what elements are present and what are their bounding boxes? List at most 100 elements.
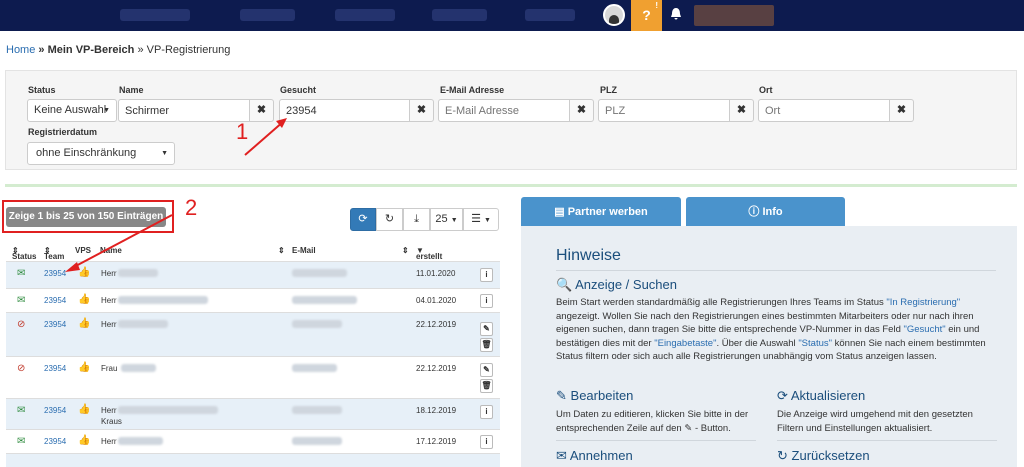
columns-dropdown[interactable]: ☰ ▼	[463, 208, 499, 231]
help-badge: !	[655, 1, 658, 10]
name-redacted	[118, 406, 218, 414]
plz-clear-button[interactable]: ✖	[730, 99, 754, 122]
ban-icon: ⊘	[17, 363, 26, 374]
table-row[interactable]: ⊘ 23954 👍 Herr 22.12.2019 ✎ 🗑	[6, 312, 500, 356]
info-button[interactable]: i	[480, 294, 493, 308]
ort-clear-button[interactable]: ✖	[890, 99, 914, 122]
delete-button[interactable]: 🗑	[480, 338, 493, 352]
avatar[interactable]	[603, 4, 625, 26]
name-label: Name	[119, 85, 144, 95]
email-redacted	[292, 296, 357, 304]
anzeige-highlight: "Status"	[798, 337, 832, 349]
envelope-icon: ✉	[17, 268, 26, 279]
bell-icon[interactable]	[670, 7, 682, 24]
list-icon: ☰	[471, 213, 481, 225]
anrede: Herr	[101, 296, 117, 305]
status-value: Keine Auswahl	[34, 104, 107, 116]
team-link[interactable]: 23954	[44, 406, 66, 415]
delete-button[interactable]: 🗑	[480, 379, 493, 393]
team-link[interactable]: 23954	[44, 296, 66, 305]
divider	[556, 270, 996, 271]
gesucht-input[interactable]	[279, 99, 410, 122]
team-link[interactable]: 23954	[44, 364, 66, 373]
breadcrumb: Home » Mein VP-Bereich » VP-Registrierun…	[6, 44, 230, 56]
anzeige-highlight: "In Registrierung"	[886, 297, 961, 308]
refresh-button[interactable]: ⟳	[350, 208, 376, 231]
breadcrumb-separator: »	[134, 44, 147, 56]
date: 18.12.2019	[416, 406, 457, 415]
hinweise-panel: Hinweise 🔍 Anzeige / Suchen Beim Start w…	[521, 226, 1017, 467]
gesucht-clear-button[interactable]: ✖	[410, 99, 434, 122]
annehmen-heading: ✉ Annehmen	[556, 448, 633, 464]
breadcrumb-home[interactable]: Home	[6, 44, 35, 56]
info-button[interactable]: i	[480, 268, 493, 282]
tab-info-label: Info	[762, 206, 783, 218]
registrierdatum-select[interactable]: ohne Einschränkung ▼	[27, 142, 175, 165]
info-button[interactable]: i	[480, 405, 493, 419]
status-dropdown[interactable]: Keine Auswahl ▼	[27, 99, 117, 122]
col-status-label: Status	[12, 252, 37, 261]
refresh-icon: ⟳	[358, 213, 368, 225]
email-label: E-Mail Adresse	[440, 85, 505, 95]
team-link[interactable]: 23954	[44, 320, 66, 329]
col-status[interactable]: Status ⇕	[12, 246, 36, 261]
envelope-icon: ✉	[556, 448, 567, 463]
table-row[interactable]: ✉ 23954 👍 Herr 17.12.2019 i	[6, 429, 500, 453]
trash-icon: 🗑	[481, 340, 492, 349]
email-input[interactable]	[438, 99, 570, 122]
divider	[556, 440, 756, 441]
col-team[interactable]: Team ⇕	[44, 246, 64, 261]
breadcrumb-mein-vp[interactable]: Mein VP-Bereich	[48, 44, 135, 56]
anzeige-heading: 🔍 Anzeige / Suchen	[556, 277, 677, 293]
col-email[interactable]: E-Mail	[292, 246, 316, 255]
reset-button[interactable]: ↻	[376, 208, 403, 231]
tab-partner-werben[interactable]: ▤ Partner werben	[521, 197, 681, 227]
table-row[interactable]: ⊘ 23954 👍 Frau 22.12.2019 ✎ 🗑	[6, 356, 500, 398]
caret-down-icon: ▼	[484, 217, 491, 224]
envelope-icon: ✉	[17, 295, 26, 306]
team-link[interactable]: 23954	[44, 437, 66, 446]
navbar-blurred-item[interactable]	[525, 9, 575, 21]
plz-input[interactable]	[598, 99, 730, 122]
caret-down-icon: ▼	[450, 217, 458, 224]
caret-down-icon: ▼	[103, 107, 110, 114]
edit-button[interactable]: ✎	[480, 322, 493, 336]
anrede: Herr	[101, 320, 117, 329]
question-icon: ?	[642, 7, 651, 23]
table-row[interactable]: ✉ 23954 👍 Herr Kraus 18.12.2019 i	[6, 398, 500, 429]
table-row[interactable]	[6, 453, 500, 467]
email-redacted	[292, 320, 342, 328]
info-button[interactable]: i	[480, 435, 493, 449]
ort-input[interactable]	[758, 99, 890, 122]
date: 22.12.2019	[416, 320, 457, 329]
tab-info[interactable]: ⓘ Info	[686, 197, 845, 227]
user-menu-blurred[interactable]	[694, 5, 774, 26]
bearbeiten-text-part: - Button.	[692, 422, 731, 434]
col-erstellt[interactable]: erstellt ▼	[416, 246, 442, 261]
help-button[interactable]: ?!	[631, 0, 662, 31]
email-redacted	[292, 437, 342, 445]
breadcrumb-current: VP-Registrierung	[146, 44, 231, 56]
aktualisieren-heading: ⟳ Aktualisieren	[777, 388, 865, 404]
anrede: Herr	[101, 437, 117, 446]
navbar-blurred-item[interactable]	[240, 9, 295, 21]
envelope-icon: ✉	[17, 405, 26, 416]
pencil-icon: ✎	[483, 365, 490, 374]
navbar-blurred-item[interactable]	[335, 9, 395, 21]
date: 11.01.2020	[416, 269, 456, 278]
name-redacted	[118, 437, 163, 445]
download-button[interactable]: ⤓	[403, 208, 430, 231]
page-size-dropdown[interactable]: 25 ▼	[430, 208, 463, 231]
anzeige-text-part: Beim Start werden standardmäßig alle Reg…	[556, 297, 887, 308]
table-row[interactable]: ✉ 23954 👍 Herr 04.01.2020 i	[6, 288, 500, 312]
divider	[777, 440, 997, 441]
name-input[interactable]	[118, 99, 250, 122]
annotation-number-2: 2	[185, 195, 198, 220]
navbar-blurred-item[interactable]	[432, 9, 487, 21]
edit-button[interactable]: ✎	[480, 363, 493, 377]
aktualisieren-text: Die Anzeige wird umgehend mit den gesetz…	[777, 409, 973, 434]
email-clear-button[interactable]: ✖	[570, 99, 594, 122]
anrede-line2: Kraus	[101, 417, 122, 426]
undo-icon: ↻	[384, 213, 395, 225]
ban-icon: ⊘	[17, 319, 26, 330]
